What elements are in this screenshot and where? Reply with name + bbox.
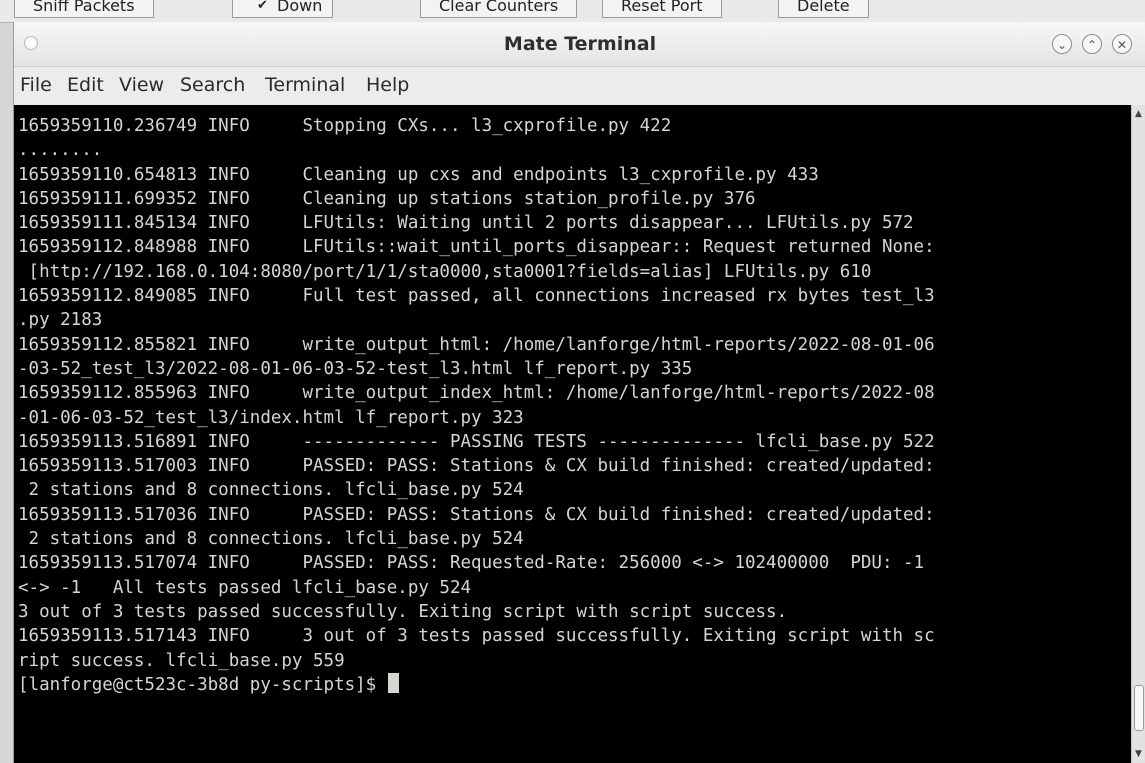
log-line: 1659359113.517143 INFO 3 out of 3 tests …: [18, 626, 935, 647]
window-title: Mate Terminal: [503, 33, 657, 55]
menu-view[interactable]: View: [119, 67, 164, 103]
terminal-scrollbar[interactable]: ▲ ▼: [1131, 105, 1145, 763]
menu-terminal[interactable]: Terminal: [265, 67, 345, 103]
menu-bar: File Edit View Search Terminal Help: [14, 67, 1145, 103]
log-line: 1659359110.654813 INFO Cleaning up cxs a…: [18, 164, 819, 185]
close-button[interactable]: ✕: [1112, 34, 1132, 54]
log-line: <-> -1 All tests passed lfcli_base.py 52…: [18, 577, 472, 598]
log-line: 3 out of 3 tests passed successfully. Ex…: [18, 601, 788, 622]
menu-search[interactable]: Search: [180, 67, 245, 103]
background-app-toolbar: Sniff Packets ✔ Down Clear Counters Rese…: [0, 0, 1145, 23]
log-line: ........: [18, 140, 103, 161]
log-line: 1659359113.517074 INFO PASSED: PASS: Req…: [18, 553, 925, 574]
title-bar[interactable]: Mate Terminal ⌄ ⌃ ✕: [14, 22, 1145, 67]
log-line: 2 stations and 8 connections. lfcli_base…: [18, 480, 524, 501]
terminal-window: Mate Terminal ⌄ ⌃ ✕ File Edit View Searc…: [13, 22, 1145, 763]
log-line: -03-52_test_l3/2022-08-01-06-03-52-test_…: [18, 358, 693, 379]
minimize-button[interactable]: ⌄: [1052, 34, 1072, 54]
scroll-down-arrow-icon[interactable]: ▼: [1135, 749, 1142, 759]
scroll-up-arrow-icon[interactable]: ▲: [1135, 109, 1142, 119]
sniff-packets-button[interactable]: Sniff Packets: [14, 0, 154, 18]
log-line: 1659359113.517036 INFO PASSED: PASS: Sta…: [18, 504, 935, 525]
shell-prompt: [lanforge@ct523c-3b8d py-scripts]$: [18, 674, 387, 695]
menu-help[interactable]: Help: [366, 67, 409, 103]
log-line: .py 2183: [18, 310, 103, 331]
log-line: 1659359113.517003 INFO PASSED: PASS: Sta…: [18, 456, 935, 477]
log-line: [http://192.168.0.104:8080/port/1/1/sta0…: [18, 261, 872, 282]
log-line: 1659359112.849085 INFO Full test passed,…: [18, 286, 935, 307]
log-line: 1659359112.855821 INFO write_output_html…: [18, 334, 935, 355]
log-line: 1659359111.845134 INFO LFUtils: Waiting …: [18, 213, 914, 234]
terminal-output[interactable]: 1659359110.236749 INFO Stopping CXs... l…: [14, 105, 1131, 763]
menu-file[interactable]: File: [20, 67, 52, 103]
log-line: 1659359113.516891 INFO ------------- PAS…: [18, 431, 935, 452]
log-line: 1659359111.699352 INFO Cleaning up stati…: [18, 188, 756, 209]
scrollbar-thumb[interactable]: [1134, 685, 1144, 731]
clear-counters-button[interactable]: Clear Counters: [420, 0, 578, 18]
down-checkbox[interactable]: ✔: [257, 0, 268, 17]
log-line: 1659359112.848988 INFO LFUtils::wait_unt…: [18, 237, 935, 258]
log-line: 1659359110.236749 INFO Stopping CXs... l…: [18, 116, 672, 136]
down-button[interactable]: ✔ Down: [232, 0, 334, 18]
log-line: ript success. lfcli_base.py 559: [18, 650, 345, 671]
reset-port-button[interactable]: Reset Port: [602, 0, 722, 18]
terminal-text: 1659359110.236749 INFO Stopping CXs... l…: [14, 105, 1131, 697]
log-line: -01-06-03-52_test_l3/index.html lf_repor…: [18, 407, 524, 428]
down-button-label: Down: [277, 0, 323, 15]
maximize-button[interactable]: ⌃: [1082, 34, 1102, 54]
menu-edit[interactable]: Edit: [67, 67, 104, 103]
log-line: 2 stations and 8 connections. lfcli_base…: [18, 529, 524, 550]
delete-button[interactable]: Delete: [778, 0, 869, 18]
log-line: 1659359112.855963 INFO write_output_inde…: [18, 383, 935, 404]
text-cursor: [387, 672, 399, 693]
